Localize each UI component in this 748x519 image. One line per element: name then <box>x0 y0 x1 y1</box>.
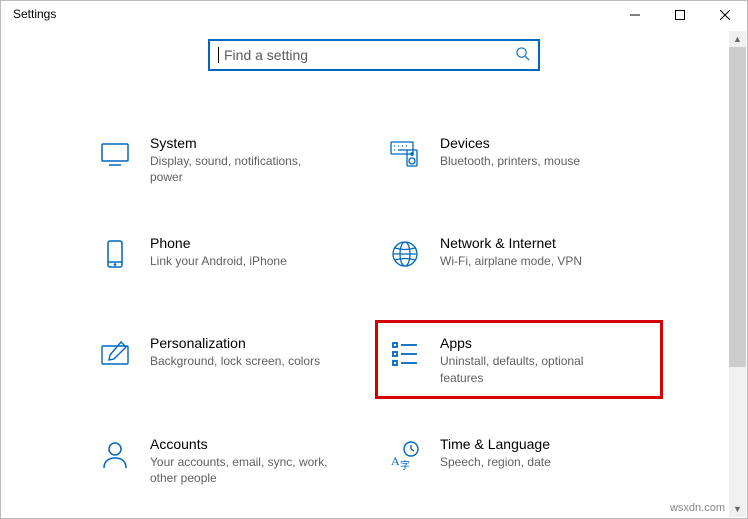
paintbrush-icon <box>98 337 132 371</box>
watermark: wsxdn.com <box>670 502 725 514</box>
category-title: Phone <box>150 235 287 251</box>
category-apps[interactable]: Apps Uninstall, defaults, optional featu… <box>384 329 654 389</box>
category-devices[interactable]: Devices Bluetooth, printers, mouse <box>384 129 654 189</box>
svg-text:A: A <box>391 454 400 468</box>
category-subtitle: Bluetooth, printers, mouse <box>440 153 580 169</box>
category-subtitle: Your accounts, email, sync, work, other … <box>150 454 330 486</box>
scroll-up-arrow[interactable]: ▲ <box>729 31 746 47</box>
category-subtitle: Display, sound, notifications, power <box>150 153 330 185</box>
category-title: Time & Language <box>440 436 551 452</box>
search-box[interactable] <box>208 39 540 71</box>
category-accounts[interactable]: Accounts Your accounts, email, sync, wor… <box>94 430 364 490</box>
category-subtitle: Speech, region, date <box>440 454 551 470</box>
list-icon <box>388 337 422 371</box>
category-time-language[interactable]: A 字 Time & Language Speech, region, date <box>384 430 654 490</box>
keyboard-speaker-icon <box>388 137 422 171</box>
scrollbar-thumb[interactable] <box>729 47 746 367</box>
display-icon <box>98 137 132 171</box>
category-subtitle: Link your Android, iPhone <box>150 253 287 269</box>
globe-icon <box>388 237 422 271</box>
search-icon[interactable] <box>515 46 530 64</box>
phone-icon <box>98 237 132 271</box>
search-container <box>1 39 747 71</box>
category-title: Network & Internet <box>440 235 582 251</box>
category-subtitle: Uninstall, defaults, optional features <box>440 353 620 385</box>
time-language-icon: A 字 <box>388 438 422 472</box>
content-area: System Display, sound, notifications, po… <box>1 71 747 490</box>
window-title: Settings <box>13 1 56 21</box>
category-title: Personalization <box>150 335 320 351</box>
person-icon <box>98 438 132 472</box>
scroll-down-arrow[interactable]: ▼ <box>729 501 746 517</box>
category-subtitle: Wi-Fi, airplane mode, VPN <box>440 253 582 269</box>
category-title: Accounts <box>150 436 330 452</box>
category-title: Devices <box>440 135 580 151</box>
category-personalization[interactable]: Personalization Background, lock screen,… <box>94 329 364 389</box>
search-input[interactable] <box>222 46 515 64</box>
category-system[interactable]: System Display, sound, notifications, po… <box>94 129 364 189</box>
minimize-button[interactable] <box>612 1 657 29</box>
category-subtitle: Background, lock screen, colors <box>150 353 320 369</box>
category-network[interactable]: Network & Internet Wi-Fi, airplane mode,… <box>384 229 654 289</box>
vertical-scrollbar[interactable]: ▲ ▼ <box>729 31 746 517</box>
category-phone[interactable]: Phone Link your Android, iPhone <box>94 229 364 289</box>
category-title: System <box>150 135 330 151</box>
window-controls <box>612 1 747 29</box>
close-button[interactable] <box>702 1 747 29</box>
titlebar: Settings <box>1 1 747 31</box>
category-title: Apps <box>440 335 620 351</box>
text-cursor <box>218 47 219 63</box>
svg-text:字: 字 <box>400 459 410 471</box>
category-grid: System Display, sound, notifications, po… <box>94 129 654 490</box>
maximize-button[interactable] <box>657 1 702 29</box>
